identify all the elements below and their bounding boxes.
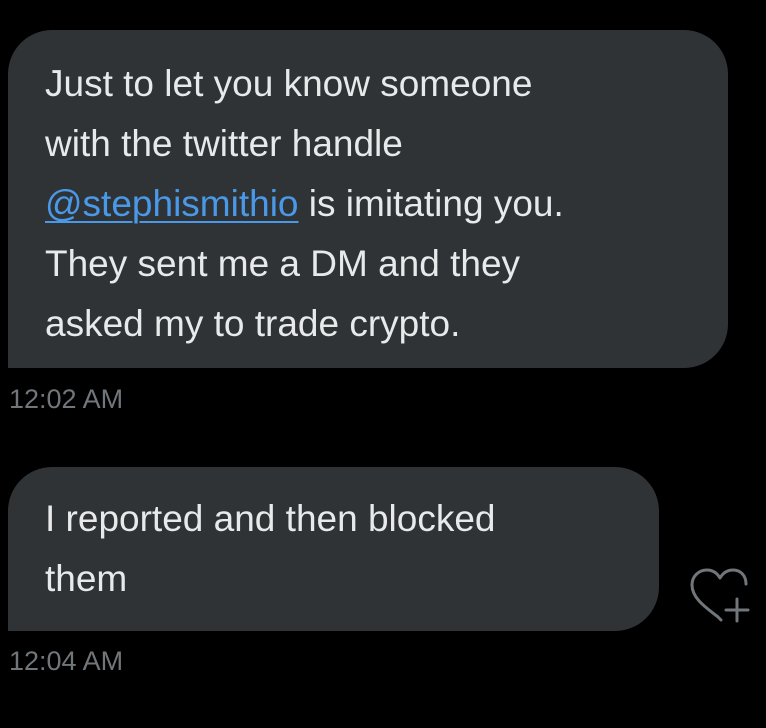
message-timestamp: 12:02 AM <box>9 384 124 414</box>
mention-link[interactable]: @stephismithio <box>45 183 299 224</box>
message-text-line: They sent me a DM and they <box>45 243 521 284</box>
message-text-line: Just to let you know someone <box>45 63 533 104</box>
message-text-line: with the twitter handle <box>45 123 403 164</box>
message-bubble[interactable]: I reported and then blocked them <box>8 467 659 631</box>
message-text-fragment: is imitating you. <box>298 183 564 224</box>
heart-plus-icon-graphic <box>690 568 750 623</box>
dm-conversation: Just to let you know someone with the tw… <box>0 0 766 728</box>
message-bubble[interactable]: Just to let you know someone with the tw… <box>8 30 728 368</box>
message-text-line: asked my to trade crypto. <box>45 303 461 344</box>
message-text-line: them <box>45 558 128 599</box>
message-text-line: @stephismithio is imitating you. <box>45 174 708 234</box>
heart-plus-icon[interactable] <box>688 565 752 629</box>
message-timestamp: 12:04 AM <box>9 646 124 676</box>
message-text-line: I reported and then blocked <box>45 498 496 539</box>
